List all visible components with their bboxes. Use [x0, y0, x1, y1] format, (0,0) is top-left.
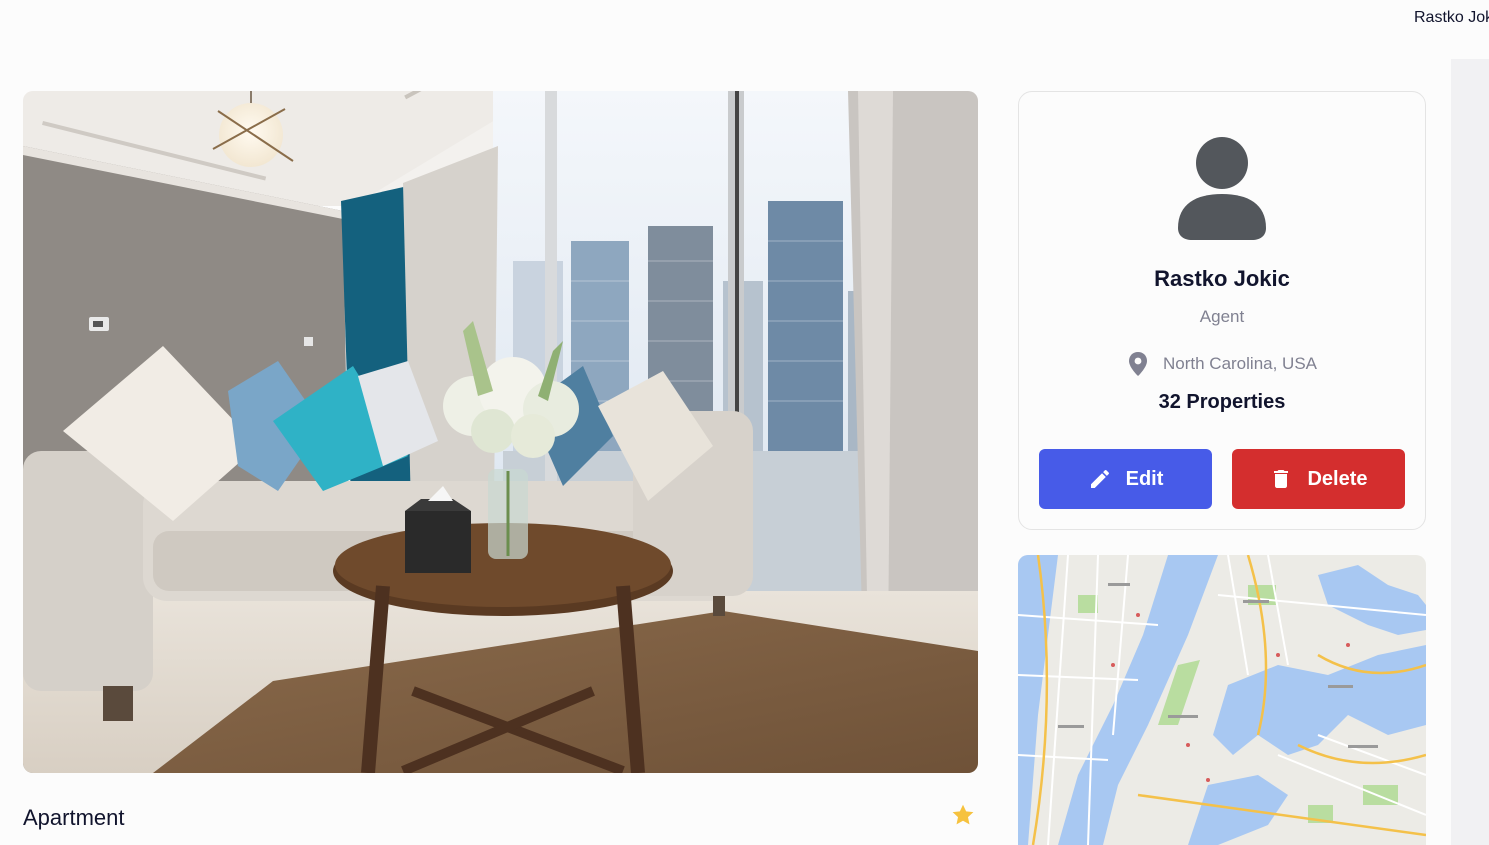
agent-location-text: North Carolina, USA [1163, 354, 1318, 373]
trash-icon [1274, 470, 1289, 488]
top-header: Rastko Jokic [0, 0, 1489, 40]
property-photo [23, 91, 978, 773]
location-pin-icon [1129, 352, 1147, 376]
agent-card: Rastko Jokic Agent North Carolina, USA 3… [1018, 91, 1426, 530]
pencil-icon [1090, 469, 1109, 488]
property-details-page: Rastko Jokic [0, 0, 1489, 845]
scrollbar-track[interactable] [1451, 59, 1489, 845]
edit-button[interactable]: Edit [1039, 449, 1212, 509]
agent-name: Rastko Jokic [1154, 266, 1290, 291]
agent-properties-count: 32 Properties [1158, 391, 1286, 413]
star-icon[interactable] [950, 802, 976, 828]
user-avatar-icon [1178, 137, 1266, 240]
delete-button-label: Delete [1307, 467, 1368, 490]
header-user-name[interactable]: Rastko Jokic [1414, 9, 1489, 27]
delete-button[interactable]: Delete [1232, 449, 1405, 509]
property-type: Apartment [23, 805, 125, 830]
location-map[interactable] [1018, 555, 1426, 845]
edit-button-label: Edit [1125, 467, 1164, 490]
agent-role: Agent [1199, 307, 1245, 326]
agent-location: North Carolina, USA [1127, 350, 1317, 378]
